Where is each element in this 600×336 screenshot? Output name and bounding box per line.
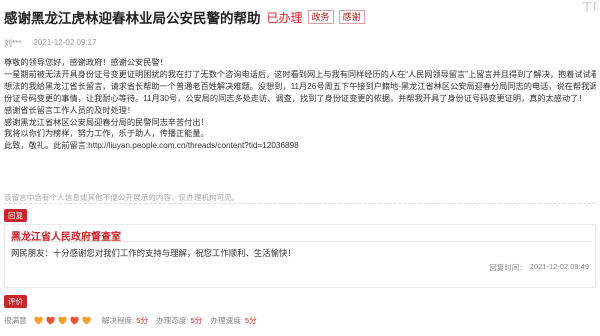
rating-row: 很满意 解决程度: 5分 办理态度: 5分 办理速度: 5分 <box>4 313 596 327</box>
score-value: 5分 <box>190 315 203 325</box>
body-line: 感谢省长留言工作人员的及时处理！ <box>4 105 136 115</box>
rating-badge: 评价 <box>4 295 27 308</box>
score-attitude: 办理态度: 5分 <box>156 315 202 326</box>
privacy-notice: 该留言中含有个人信息或其他不便公开展示的内容，仅办理机构可见。 <box>4 193 240 202</box>
rating-label: 很满意 <box>4 315 27 325</box>
body-line: 一星期前被无法开具身份证号变更证明困扰的我在打了无数个咨询电话后，这时看到网上与… <box>4 69 596 79</box>
reply-text: 网民朋友：十分感谢您对我们工作的支持与理解，祝您工作顺利、生活愉快！ <box>11 248 296 258</box>
body-line: 份证号码变更的事情，让我耐心等待。11月30号，公安局的同志多处走访、调查，找到… <box>4 93 587 103</box>
divider <box>4 203 596 204</box>
post-meta: 刘*** 2021-12-02 09:17 <box>4 38 97 49</box>
author-name: 刘*** <box>4 39 22 48</box>
heart-icon <box>57 315 68 325</box>
score-speed: 办理速度: 5分 <box>210 315 256 326</box>
body-line: 我将以你们为榜样，努力工作，乐于助人，传播正能量。 <box>4 129 209 139</box>
heart-icon <box>81 315 92 325</box>
reply-badge: 回复 <box>4 209 27 222</box>
score-resolution: 解决程度: 5分 <box>102 315 148 326</box>
post-date: 2021-12-02 09:17 <box>33 38 97 47</box>
message-body: 尊敬的领导您好，感谢政府！感谢公安民警！ 一星期前被无法开具身份证号变更证明困扰… <box>4 57 596 152</box>
score-label: 解决程度: <box>101 315 135 325</box>
status-badge: 已办理 <box>266 10 303 25</box>
score-value: 5分 <box>136 315 149 325</box>
reply-box: 黑龙江省人民政府督查室 网民朋友：十分感谢您对我们工作的支持与理解，祝您工作顺利… <box>4 224 596 288</box>
reply-time-label: 回复时间： <box>489 263 527 272</box>
brand-logo: TI <box>582 0 598 15</box>
body-line: 尊敬的领导您好，感谢政府！感谢公安民警！ <box>4 58 168 67</box>
score-value: 5分 <box>244 315 257 325</box>
header: 感谢黑龙江虎林迎春林业局公安民警的帮助 已办理 政务 感谢 <box>4 6 596 28</box>
heart-icon <box>45 315 56 325</box>
score-label: 办理速度: <box>210 315 243 325</box>
heart-icon <box>69 315 80 325</box>
reply-time: 回复时间： 2021-12-02 09:49 <box>489 262 589 273</box>
rating-hearts <box>33 315 92 325</box>
page-title: 感谢黑龙江虎林迎春林业局公安民警的帮助 <box>4 11 261 26</box>
body-line: 感谢黑龙江省林区公安局迎春分局的民警同志辛苦付出！ <box>4 117 209 127</box>
reply-divider <box>11 241 591 242</box>
body-line: 想法的我给黑龙江省长留言，请求省长帮助一个普通老百姓解决难题。没想到，11月26… <box>4 81 596 91</box>
body-line: 此致，敬礼。此前留言:http://liuyan.people.com.cn/t… <box>4 141 299 151</box>
score-label: 办理态度: <box>156 315 189 325</box>
tag-thanks[interactable]: 感谢 <box>338 10 365 24</box>
heart-icon <box>33 315 44 325</box>
reply-time-value: 2021-12-02 09:49 <box>529 262 589 271</box>
tag-gov[interactable]: 政务 <box>307 10 334 24</box>
